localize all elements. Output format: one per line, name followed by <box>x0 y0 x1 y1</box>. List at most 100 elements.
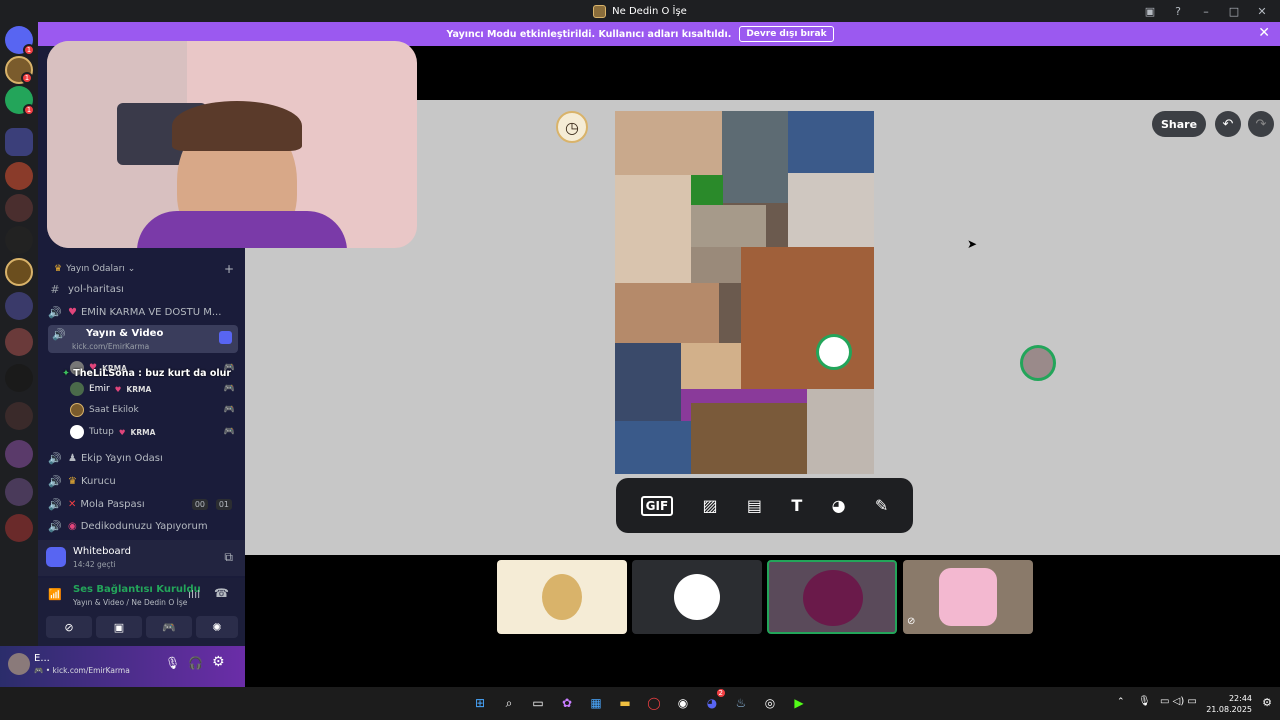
participant-tile-speaking[interactable] <box>767 560 897 634</box>
channel-item-active[interactable]: 🔊 Yayın & Video kick.com/EmirKarma <box>48 325 238 353</box>
mic-icon[interactable]: 🎙 <box>165 656 180 670</box>
server-icon[interactable] <box>5 194 33 222</box>
hash-icon: # <box>50 282 60 296</box>
participant-tile[interactable] <box>497 560 627 634</box>
tray-chevron-icon[interactable]: ⌃ <box>1117 697 1125 707</box>
collage-image[interactable] <box>691 247 741 283</box>
disconnect-icon[interactable]: ☎ <box>214 586 229 600</box>
server-icon[interactable] <box>5 258 33 286</box>
task-view-icon[interactable]: ▭ <box>528 693 548 713</box>
kick-icon[interactable]: ▶ <box>789 693 809 713</box>
server-icon[interactable] <box>5 402 33 430</box>
add-channel-icon[interactable]: + <box>224 262 234 276</box>
opera-icon[interactable]: ◯ <box>644 693 664 713</box>
voice-user[interactable]: Emir ♥ KRMA 🎮 <box>70 380 235 398</box>
collage-image[interactable] <box>691 403 807 474</box>
channel-item[interactable]: 🔊 ✕ Mola Paspası 00 01 <box>48 494 238 514</box>
server-icon[interactable] <box>5 162 33 190</box>
server-icon[interactable] <box>5 364 33 392</box>
participant-tile[interactable]: ⊘ <box>903 560 1033 634</box>
gif-button[interactable]: GIF <box>640 495 674 516</box>
participant-cursor-avatar: ◷ <box>556 111 588 143</box>
channel-item[interactable]: 🔊 ◉ Dedikodunuzu Yapıyorum <box>48 516 238 536</box>
sticky-note-icon[interactable]: ▤ <box>747 496 762 515</box>
camera-off-button[interactable]: ⊘ <box>46 616 92 638</box>
collage-image[interactable] <box>691 175 723 205</box>
steam-icon[interactable]: ♨ <box>731 693 751 713</box>
folder-icon[interactable]: ▬ <box>615 693 635 713</box>
collage-image[interactable] <box>681 343 741 389</box>
undo-icon[interactable]: ↶ <box>1215 111 1241 137</box>
avatar[interactable] <box>8 653 30 675</box>
collage-image[interactable] <box>691 205 766 247</box>
channel-item[interactable]: # yol-haritası <box>48 279 238 299</box>
server-icon[interactable] <box>5 328 33 356</box>
start-icon[interactable]: ⊞ <box>470 693 490 713</box>
whiteboard-time: 14:42 geçti <box>73 560 116 569</box>
help-icon[interactable]: ? <box>1168 2 1188 20</box>
image-collage[interactable] <box>615 111 874 474</box>
server-icon[interactable] <box>5 478 33 506</box>
collage-image[interactable] <box>788 111 874 173</box>
server-icon[interactable] <box>5 226 33 254</box>
collage-image[interactable] <box>722 111 788 203</box>
server-icon[interactable]: 1 <box>5 56 33 84</box>
screen-share-button[interactable]: ▣ <box>96 616 142 638</box>
minimize-button[interactable]: – <box>1196 2 1216 20</box>
channel-item[interactable]: 🔊 ♛ Kurucu <box>48 471 238 491</box>
inbox-icon[interactable]: ▣ <box>1140 2 1160 20</box>
channel-item[interactable]: 🔊 ♟ Ekip Yayın Odası <box>48 448 238 468</box>
obs-icon[interactable]: ◉ <box>673 693 693 713</box>
server-icon[interactable] <box>5 514 33 542</box>
collage-image[interactable] <box>741 247 874 389</box>
participant-tile[interactable] <box>632 560 762 634</box>
redo-icon[interactable]: ↷ <box>1248 111 1274 137</box>
clock[interactable]: 22:44 21.08.2025 <box>1206 693 1252 715</box>
channel-name: Kurucu <box>80 475 116 487</box>
settings-gear-icon[interactable]: ⚙ <box>212 654 225 670</box>
close-icon[interactable]: ✕ <box>1258 25 1270 41</box>
headphones-icon[interactable]: 🎧 <box>188 656 203 670</box>
category-header[interactable]: ♛ Yayın Odaları ⌄ + <box>54 262 234 276</box>
collage-image[interactable] <box>615 283 719 343</box>
collage-image[interactable] <box>615 111 722 175</box>
copilot-icon[interactable]: ✿ <box>557 693 577 713</box>
maximize-button[interactable]: □ <box>1224 2 1244 20</box>
pen-icon[interactable]: ✎ <box>875 496 888 515</box>
text-tool-icon[interactable]: T <box>791 496 802 515</box>
voice-user[interactable]: Tutup ♥ KRMA 🎮 <box>70 423 235 441</box>
store-icon[interactable]: ▦ <box>586 693 606 713</box>
notification-icon[interactable]: ⚙ <box>1262 696 1272 709</box>
share-button[interactable]: Share <box>1152 111 1206 137</box>
leave-activity-icon[interactable]: ⧉ <box>224 550 233 565</box>
recorder-icon[interactable]: ◎ <box>760 693 780 713</box>
close-window-button[interactable]: ✕ <box>1252 2 1272 20</box>
network-icon[interactable]: ▭ ◁) ▭ <box>1160 696 1197 707</box>
search-icon[interactable]: ⌕ <box>499 693 519 713</box>
activity-icon[interactable] <box>219 331 232 344</box>
folder-icon[interactable] <box>5 128 33 156</box>
channel-name: Ekip Yayın Odası <box>80 452 163 464</box>
server-icon[interactable] <box>5 440 33 468</box>
soundboard-button[interactable]: ✺ <box>196 616 238 638</box>
voice-user[interactable]: Saat Ekilok 🎮 <box>70 401 235 419</box>
avatar <box>542 574 582 620</box>
collage-image[interactable] <box>615 175 691 283</box>
mic-tray-icon[interactable]: 🎙 <box>1138 696 1151 707</box>
collage-image[interactable] <box>615 421 691 474</box>
discord-icon[interactable]: ◕ 2 <box>702 689 725 713</box>
collage-image[interactable] <box>807 389 874 474</box>
whiteboard-activity[interactable]: Whiteboard 14:42 geçti ⧉ <box>38 540 245 576</box>
noise-suppression-icon[interactable]: ılıl <box>188 588 200 601</box>
disable-streamer-mode-button[interactable]: Devre dışı bırak <box>739 26 834 42</box>
server-icon[interactable] <box>5 292 33 320</box>
channel-item[interactable]: 🔊 ♥ EMİN KARMA VE DOSTU M... <box>48 302 238 322</box>
shapes-icon[interactable]: ◕ <box>832 496 846 515</box>
server-icon[interactable]: 1 <box>5 86 35 116</box>
add-image-icon[interactable]: ▨ <box>702 496 717 515</box>
collage-image[interactable] <box>615 343 681 421</box>
voice-status: Ses Bağlantısı Kuruldu <box>73 584 201 595</box>
home-server[interactable]: 1 <box>5 26 35 56</box>
collage-image[interactable] <box>788 173 874 247</box>
activity-button[interactable]: 🎮 <box>146 616 192 638</box>
